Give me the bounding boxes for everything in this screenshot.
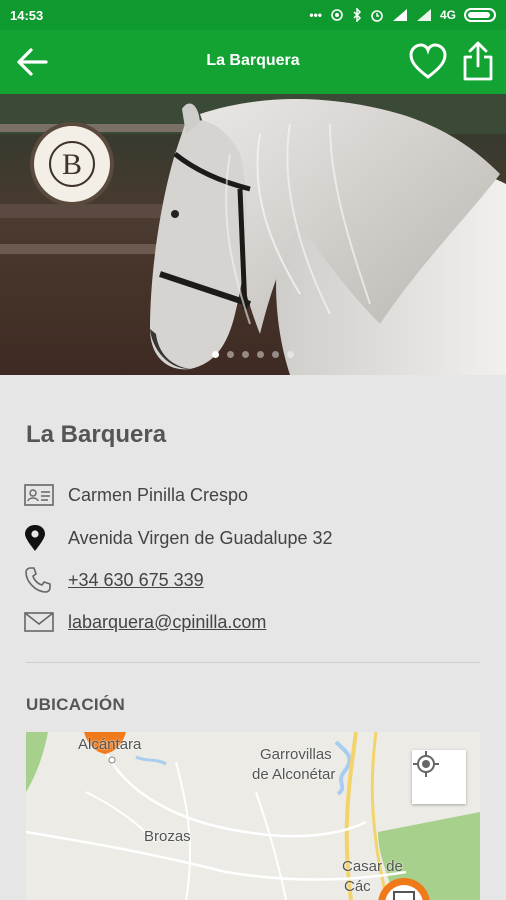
my-location-button[interactable]	[412, 750, 466, 804]
map-label-garrovillas-1: Garrovillas	[260, 746, 332, 763]
id-card-icon	[24, 484, 54, 506]
network-type: 4G	[439, 8, 456, 22]
place-name: La Barquera	[26, 421, 167, 448]
alarm-icon	[371, 10, 383, 22]
map-pin-icon	[25, 525, 45, 551]
more-dots-icon: •••	[309, 8, 322, 22]
carousel-dot[interactable]	[212, 351, 219, 358]
contact-row: Carmen Pinilla Crespo	[24, 480, 248, 510]
location-section-title: UBICACIÓN	[26, 695, 126, 714]
signal-icon-2	[416, 9, 431, 21]
share-icon[interactable]	[460, 40, 496, 82]
signal-icon	[392, 9, 407, 21]
bluetooth-icon	[353, 8, 362, 22]
svg-text:B: B	[62, 148, 82, 181]
stable-logo: B	[30, 122, 114, 206]
logo-monogram: B	[49, 141, 95, 187]
carousel-dot[interactable]	[272, 351, 279, 358]
map-label-casar-2: Các	[344, 878, 371, 895]
carousel-dot[interactable]	[227, 351, 234, 358]
hero-image-carousel[interactable]: B	[0, 94, 506, 375]
email-link[interactable]: labarquera@cpinilla.com	[68, 612, 266, 633]
phone-row[interactable]: +34 630 675 339	[24, 565, 204, 595]
map-label-garrovillas-2: de Alconétar	[252, 766, 336, 783]
address-text: Avenida Virgen de Guadalupe 32	[68, 527, 333, 548]
map-label-casar-1: Casar de	[342, 858, 403, 875]
divider	[26, 662, 480, 663]
status-time: 14:53	[10, 7, 44, 23]
carousel-indicator	[0, 351, 506, 358]
sync-icon	[331, 9, 343, 21]
address-row: Avenida Virgen de Guadalupe 32	[24, 523, 333, 553]
status-icons: ••• 4G	[309, 8, 496, 22]
location-map[interactable]: Alcántara Garrovillas de Alconétar Broza…	[26, 732, 480, 900]
contact-name: Carmen Pinilla Crespo	[68, 484, 249, 505]
map-label-brozas: Brozas	[144, 828, 191, 845]
carousel-dot[interactable]	[242, 351, 249, 358]
phone-link[interactable]: +34 630 675 339	[68, 570, 204, 591]
battery-icon	[464, 8, 496, 22]
email-row[interactable]: labarquera@cpinilla.com	[24, 607, 266, 637]
phone-icon	[25, 567, 51, 593]
heart-outline-icon[interactable]	[408, 42, 448, 82]
envelope-icon	[24, 612, 54, 632]
app-bar: La Barquera	[0, 30, 506, 94]
status-bar: 14:53 ••• 4G	[0, 0, 506, 30]
map-label-alcantara: Alcántara	[78, 736, 142, 753]
crosshair-icon	[413, 751, 439, 777]
carousel-dot[interactable]	[257, 351, 264, 358]
carousel-dot[interactable]	[287, 351, 294, 358]
